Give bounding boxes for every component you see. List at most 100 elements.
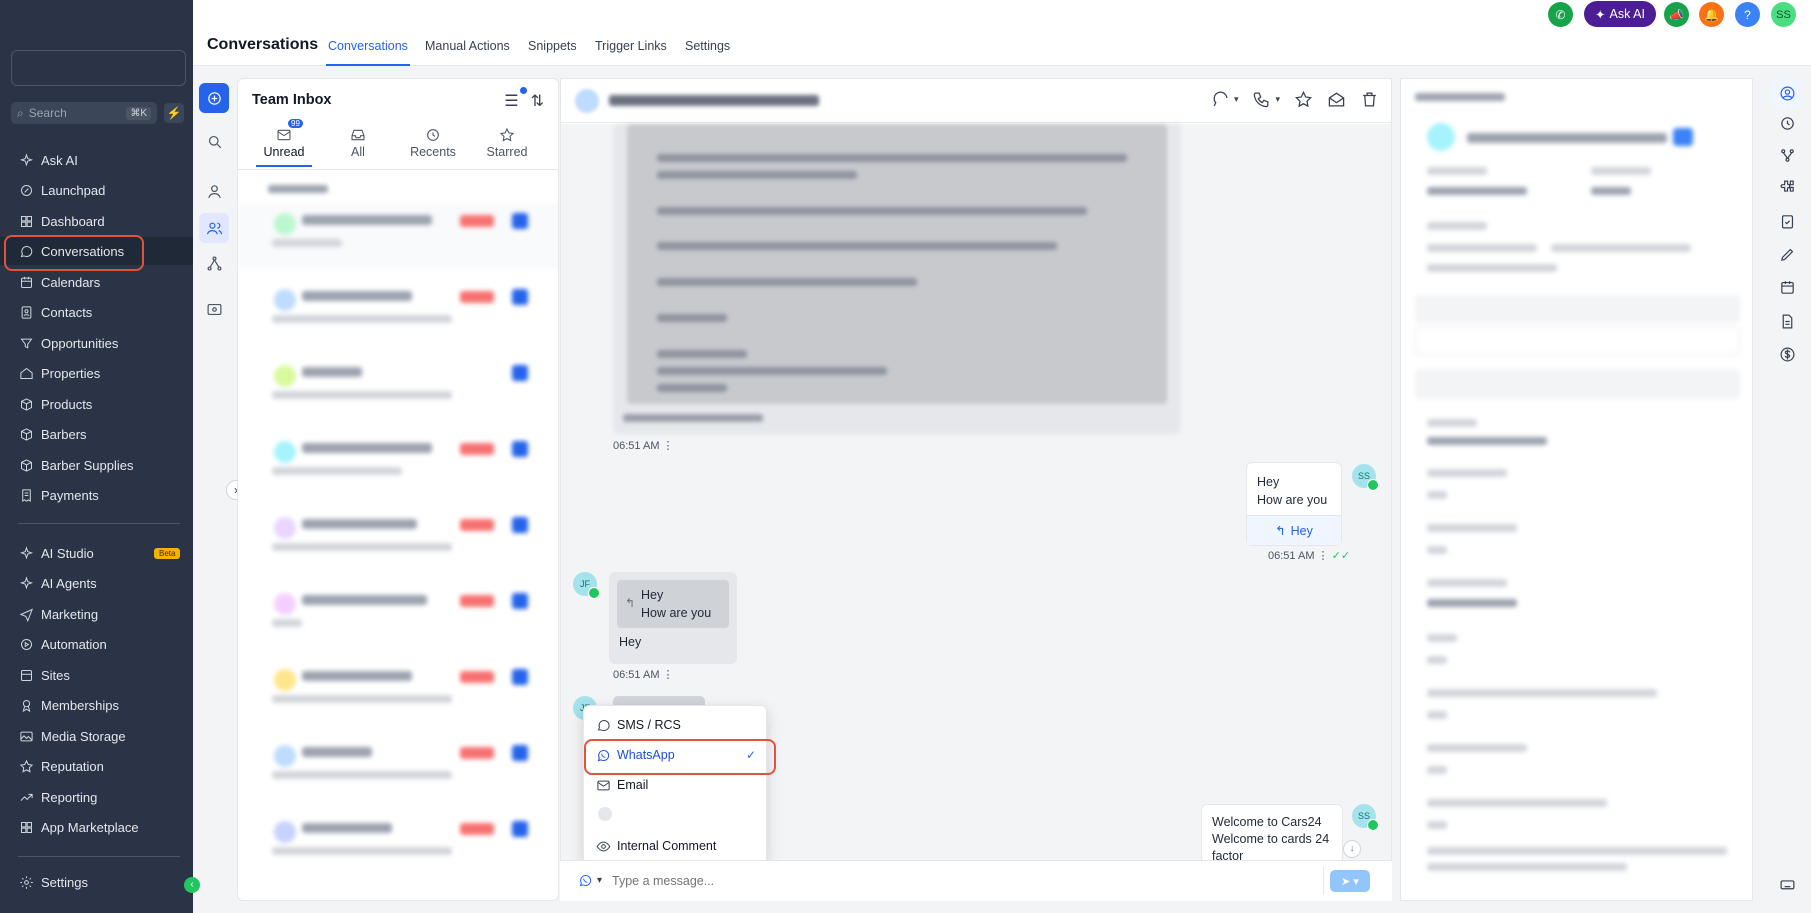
sidebar-item-products[interactable]: Products [0, 390, 193, 418]
collapse-sidebar-button[interactable]: ‹ [184, 877, 200, 893]
blurred-message-content [627, 124, 1167, 404]
list-item[interactable] [238, 355, 558, 421]
mark-read-icon[interactable] [1327, 90, 1346, 109]
calendar-icon [1780, 280, 1794, 294]
sidebar-item-ai-studio[interactable]: AI Studio Beta [0, 539, 193, 567]
list-item[interactable] [238, 431, 558, 497]
activity-button[interactable] [1772, 108, 1802, 138]
new-conversation-button[interactable] [199, 83, 229, 113]
channel-unlabeled[interactable] [598, 807, 612, 821]
channel-email[interactable]: Email [592, 772, 760, 798]
teams-button[interactable] [199, 248, 229, 278]
user-circle-icon [1780, 86, 1794, 100]
tab-snippets[interactable]: Snippets [528, 39, 577, 53]
dollar-icon [1780, 347, 1794, 361]
workflow-button[interactable] [1772, 140, 1802, 170]
star-icon[interactable] [1294, 90, 1313, 109]
tab-unread[interactable]: 99 Unread [252, 119, 316, 167]
select-all-row[interactable] [268, 185, 328, 193]
sidebar-item-ai-agents[interactable]: AI Agents [0, 569, 193, 597]
search-conversations-button[interactable] [199, 126, 229, 156]
list-item[interactable] [238, 583, 558, 649]
team-inbox-button[interactable] [199, 213, 229, 243]
sidebar-item-reporting[interactable]: Reporting [0, 783, 193, 811]
user-avatar[interactable]: SS [1771, 2, 1796, 27]
my-inbox-button[interactable] [199, 176, 229, 206]
sidebar-item-barber-supplies[interactable]: Barber Supplies [0, 451, 193, 479]
help-button[interactable]: ? [1735, 2, 1760, 27]
contact-details-button[interactable] [1772, 78, 1802, 108]
sidebar-item-media-storage[interactable]: Media Storage [0, 722, 193, 750]
history-icon [427, 129, 439, 141]
quick-action-bolt-icon[interactable]: ⚡ [164, 103, 184, 123]
sidebar-item-reputation[interactable]: Reputation [0, 752, 193, 780]
list-item[interactable] [238, 507, 558, 573]
globe-icon [18, 667, 34, 683]
monitor-button[interactable] [199, 294, 229, 324]
contact-name[interactable] [609, 95, 819, 106]
sidebar-item-dashboard[interactable]: Dashboard [0, 207, 193, 235]
tasks-button[interactable] [1772, 206, 1802, 236]
inbox-tools: ☰ ⇅ [504, 87, 544, 111]
integrations-button[interactable] [1772, 172, 1802, 202]
keyboard-icon[interactable] [1772, 869, 1802, 899]
send-button[interactable]: ➤ ▾ [1330, 870, 1370, 892]
trash-icon[interactable] [1360, 90, 1379, 109]
bell-icon[interactable]: 🔔 [1699, 2, 1724, 27]
list-item[interactable] [238, 735, 558, 801]
left-sidebar: ⌕ Search ⌘K ⚡ Ask AI Launchpad Dashboard Co… [0, 0, 200, 913]
sidebar-item-memberships[interactable]: Memberships [0, 691, 193, 719]
list-item[interactable] [238, 279, 558, 345]
unread-count-badge: 99 [288, 119, 303, 128]
sidebar-item-settings[interactable]: Settings [0, 868, 193, 896]
scroll-to-bottom-button[interactable]: ↓ [1343, 840, 1361, 858]
sidebar-item-contacts[interactable]: Contacts [0, 298, 193, 326]
sidebar-search[interactable]: ⌕ Search ⌘K [11, 102, 157, 124]
call-icon[interactable] [1252, 90, 1271, 109]
sidebar-item-calendars[interactable]: Calendars [0, 268, 193, 296]
list-item[interactable] [238, 811, 558, 877]
check-icon: ✓ [745, 748, 756, 762]
megaphone-icon[interactable]: 📣 [1664, 2, 1689, 27]
message-input[interactable] [612, 867, 1324, 895]
quick-reply-chip[interactable]: ↰ Hey [1247, 515, 1341, 545]
sidebar-item-marketing[interactable]: Marketing [0, 600, 193, 628]
list-item[interactable] [238, 203, 558, 269]
sidebar-item-opportunities[interactable]: Opportunities [0, 329, 193, 357]
sidebar-item-sites[interactable]: Sites [0, 661, 193, 689]
appointments-button[interactable] [1772, 272, 1802, 302]
channel-internal-comment[interactable]: Internal Comment [592, 833, 760, 859]
tab-trigger-links[interactable]: Trigger Links [595, 39, 667, 53]
sidebar-item-launchpad[interactable]: Launchpad [0, 176, 193, 204]
outgoing-message: Hey How are you ↰ Hey [1246, 462, 1342, 546]
sidebar-item-ask-ai[interactable]: Ask AI [0, 146, 193, 174]
sidebar-item-automation[interactable]: Automation [0, 630, 193, 658]
filter-icon[interactable]: ☰ [504, 87, 528, 111]
sidebar-item-barbers[interactable]: Barbers [0, 420, 193, 448]
team-inbox-panel: Team Inbox ☰ ⇅ 99 Unread All Recents Sta… [237, 78, 559, 901]
tab-all[interactable]: All [326, 125, 390, 159]
sidebar-item-conversations[interactable]: Conversations [0, 235, 193, 271]
tab-starred[interactable]: Starred [475, 125, 539, 159]
tab-manual-actions[interactable]: Manual Actions [425, 39, 510, 53]
sidebar-item-label: Memberships [41, 697, 120, 713]
tab-recents[interactable]: Recents [401, 125, 465, 159]
sort-icon[interactable]: ⇅ [531, 91, 544, 111]
location-switcher[interactable] [11, 50, 186, 86]
box-icon [18, 426, 34, 442]
documents-button[interactable] [1772, 306, 1802, 336]
ai-bubble-icon[interactable] [1211, 90, 1230, 109]
phone-icon[interactable]: ✆ [1548, 2, 1573, 27]
channel-sms-rcs[interactable]: SMS / RCS [592, 712, 760, 738]
tab-conversations[interactable]: Conversations [326, 39, 410, 66]
channel-whatsapp[interactable]: WhatsApp ✓ [584, 739, 776, 775]
sidebar-item-payments[interactable]: Payments [0, 481, 193, 509]
notes-button[interactable] [1772, 239, 1802, 269]
list-item[interactable] [238, 659, 558, 725]
tab-settings[interactable]: Settings [685, 39, 730, 53]
sidebar-item-app-marketplace[interactable]: App Marketplace [0, 813, 193, 841]
ask-ai-button[interactable]: ✦ Ask AI [1584, 1, 1656, 27]
sidebar-item-properties[interactable]: Properties [0, 359, 193, 387]
payments-button[interactable] [1772, 339, 1802, 369]
channel-selector[interactable]: ▾ [578, 873, 602, 888]
